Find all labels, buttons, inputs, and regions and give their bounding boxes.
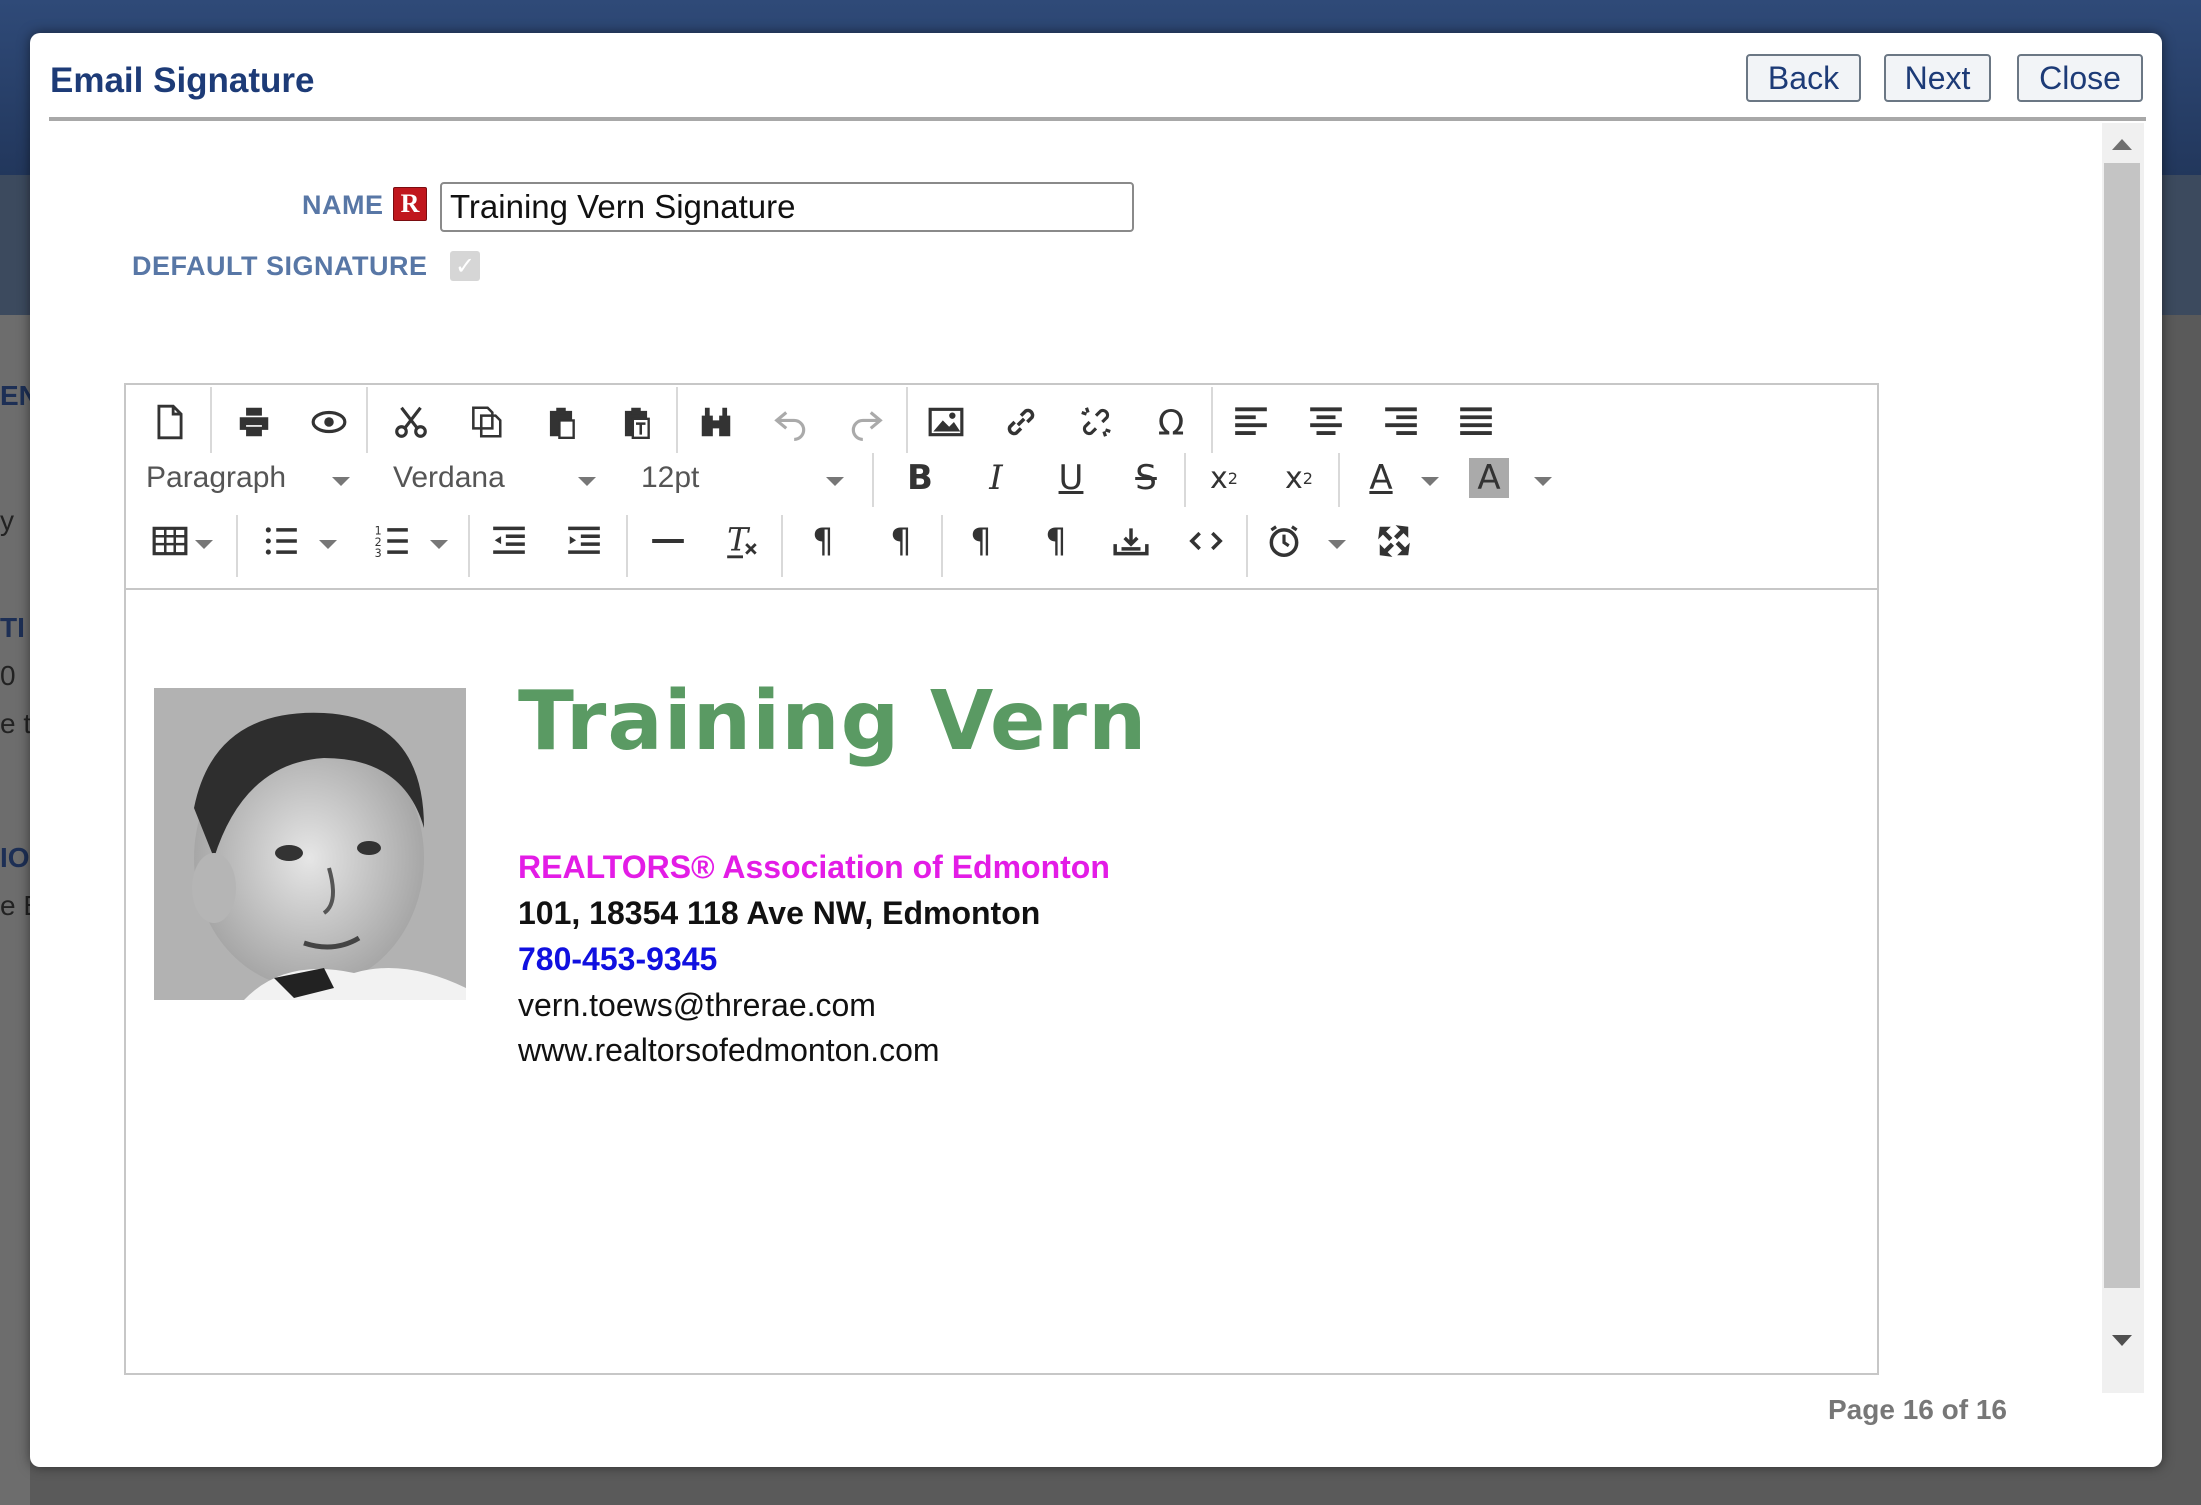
title-divider — [49, 117, 2146, 121]
source-code-icon[interactable] — [1181, 516, 1231, 566]
paragraph-icon[interactable]: ¶ — [956, 516, 1006, 566]
signature-photo — [154, 688, 466, 1000]
background-fragment: e t — [0, 708, 32, 739]
chevron-down-icon[interactable] — [430, 540, 448, 549]
datetime-icon[interactable] — [1259, 516, 1309, 566]
new-document-icon[interactable] — [145, 397, 195, 447]
align-right-icon[interactable] — [1376, 397, 1426, 447]
background-fragment: y — [0, 505, 14, 536]
underline-icon[interactable]: U — [1046, 453, 1096, 503]
undo-icon[interactable] — [766, 397, 816, 447]
horizontal-rule-icon[interactable] — [643, 516, 693, 566]
required-badge-icon: R — [393, 187, 427, 221]
fullscreen-icon[interactable] — [1369, 516, 1419, 566]
chevron-down-icon[interactable] — [332, 477, 350, 486]
italic-icon[interactable]: I — [971, 453, 1021, 503]
numbered-list-icon[interactable]: 123 — [367, 516, 417, 566]
insert-icon[interactable] — [1106, 516, 1156, 566]
scroll-down-icon[interactable] — [2112, 1335, 2132, 1346]
image-icon[interactable] — [921, 397, 971, 447]
editor-toolbar: Ω Paragraph Verdana 12pt B I U S x2 x 2 … — [126, 385, 1877, 590]
chevron-down-icon[interactable] — [1421, 477, 1439, 486]
background-color-icon[interactable]: A — [1469, 458, 1509, 498]
scrollbar-thumb[interactable] — [2104, 163, 2140, 1288]
subscript-icon[interactable]: x2 — [1199, 453, 1249, 503]
rich-text-editor: Ω Paragraph Verdana 12pt B I U S x2 x 2 … — [124, 383, 1879, 1375]
background-fragment: IO — [0, 842, 30, 873]
editor-content-area[interactable]: Training Vern REALTORS® Association of E… — [126, 590, 1877, 1373]
name-label: NAME — [302, 190, 384, 220]
strikethrough-icon[interactable]: S — [1121, 453, 1171, 503]
signature-phone: 780-453-9345 — [518, 941, 718, 977]
preview-icon[interactable] — [304, 397, 354, 447]
rtl-icon[interactable]: ¶ — [876, 516, 926, 566]
superscript-icon[interactable]: x2 — [1274, 453, 1324, 503]
signature-website: www.realtorsofedmonton.com — [518, 1032, 940, 1068]
svg-text:Ω: Ω — [1158, 404, 1185, 441]
align-justify-icon[interactable] — [1451, 397, 1501, 447]
paste-text-icon[interactable] — [611, 397, 661, 447]
outdent-icon[interactable] — [484, 516, 534, 566]
signature-address: 101, 18354 118 Ave NW, Edmonton — [518, 895, 1041, 931]
align-center-icon[interactable] — [1301, 397, 1351, 447]
signature-email: vern.toews@threrae.com — [518, 987, 876, 1023]
align-left-icon[interactable] — [1226, 397, 1276, 447]
dialog-title: Email Signature — [50, 61, 315, 100]
svg-text:3: 3 — [375, 547, 382, 560]
font-size-select[interactable]: 12pt — [641, 453, 699, 503]
signature-name-input[interactable] — [440, 182, 1134, 232]
clear-format-icon[interactable]: T — [718, 516, 768, 566]
link-icon[interactable] — [996, 397, 1046, 447]
back-button[interactable]: Back — [1746, 54, 1861, 102]
table-icon[interactable] — [145, 516, 195, 566]
find-icon[interactable] — [691, 397, 741, 447]
signature-name: Training Vern — [518, 674, 1148, 769]
paragraph-alt-icon[interactable]: ¶ — [1031, 516, 1081, 566]
redo-icon[interactable] — [841, 397, 891, 447]
bullet-list-icon[interactable] — [256, 516, 306, 566]
special-char-icon[interactable]: Ω — [1146, 397, 1196, 447]
cut-icon[interactable] — [386, 397, 436, 447]
background-fragment: TI — [0, 612, 25, 643]
chevron-down-icon[interactable] — [826, 477, 844, 486]
default-signature-checkbox[interactable]: ✓ — [450, 251, 480, 281]
indent-icon[interactable] — [559, 516, 609, 566]
format-select[interactable]: Paragraph — [146, 453, 286, 503]
chevron-down-icon[interactable] — [578, 477, 596, 486]
default-signature-label: DEFAULT SIGNATURE — [132, 251, 428, 281]
next-button[interactable]: Next — [1884, 54, 1991, 102]
signature-association: REALTORS® Association of Edmonton — [518, 849, 1110, 885]
chevron-down-icon[interactable] — [195, 540, 213, 549]
scroll-up-icon[interactable] — [2112, 139, 2132, 150]
unlink-icon[interactable] — [1071, 397, 1121, 447]
page-indicator: Page 16 of 16 — [1828, 1394, 2007, 1425]
chevron-down-icon[interactable] — [1534, 477, 1552, 486]
text-color-icon[interactable]: A — [1356, 453, 1406, 503]
font-family-select[interactable]: Verdana — [393, 453, 505, 503]
copy-icon[interactable] — [461, 397, 511, 447]
background-fragment: 0 — [0, 660, 16, 691]
bold-icon[interactable]: B — [895, 453, 945, 503]
close-button[interactable]: Close — [2017, 54, 2143, 102]
chevron-down-icon[interactable] — [1328, 540, 1346, 549]
paste-icon[interactable] — [536, 397, 586, 447]
ltr-icon[interactable]: ¶ — [798, 516, 848, 566]
email-signature-dialog: Email Signature Back Next Close NAME R D… — [30, 33, 2162, 1467]
chevron-down-icon[interactable] — [319, 540, 337, 549]
print-icon[interactable] — [229, 397, 279, 447]
